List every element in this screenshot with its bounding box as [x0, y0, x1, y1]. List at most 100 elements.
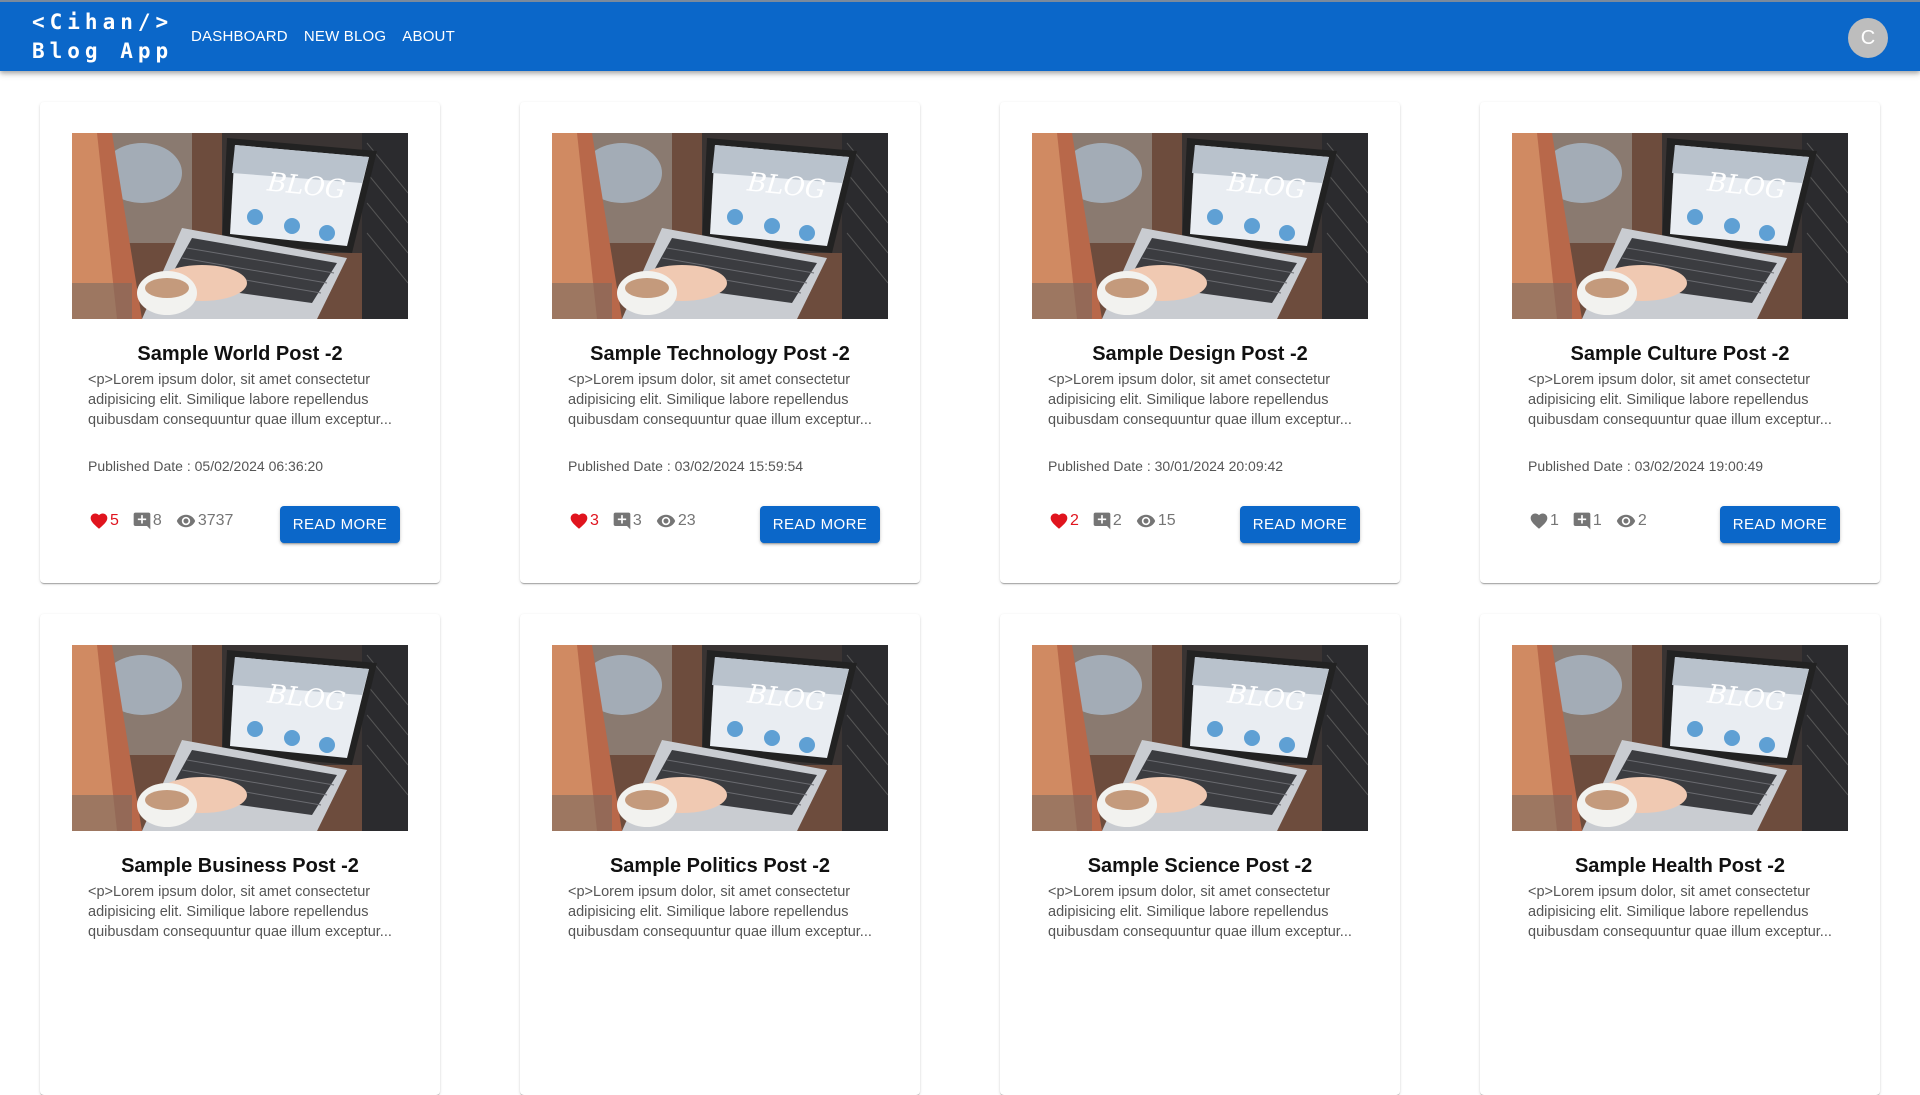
post-card: BLOG Sample Technology Post -2 <p>Lorem … — [520, 102, 920, 583]
eye-icon — [656, 514, 675, 528]
post-card: BLOG Sample Health Post -2 <p>Lorem ipsu… — [1480, 614, 1880, 1095]
post-title: Sample Culture Post -2 — [1570, 343, 1790, 365]
post-title: Sample Business Post -2 — [121, 855, 359, 877]
add-comment-icon[interactable] — [1091, 511, 1113, 531]
heart-icon[interactable] — [1528, 511, 1550, 531]
post-thumbnail[interactable]: BLOG — [1512, 645, 1848, 831]
published-date: Published Date : 03/02/2024 19:00:49 — [1528, 458, 1763, 474]
blog-laptop-image: BLOG — [72, 133, 408, 319]
post-excerpt: <p>Lorem ipsum dolor, sit amet consectet… — [568, 372, 872, 428]
published-date: Published Date : 05/02/2024 06:36:20 — [88, 458, 323, 474]
published-date: Published Date : 30/01/2024 20:09:42 — [1048, 458, 1283, 474]
eye-icon — [1616, 514, 1635, 528]
blog-laptop-image: BLOG — [1512, 133, 1848, 319]
logo-line-2: Blog App — [32, 39, 174, 63]
post-excerpt: <p>Lorem ipsum dolor, sit amet consectet… — [1528, 372, 1832, 428]
view-stat: 15 — [1134, 511, 1176, 531]
read-more-button[interactable]: READ MORE — [280, 506, 400, 543]
nav-new-blog[interactable]: NEW BLOG — [296, 26, 394, 48]
user-avatar[interactable]: C — [1848, 18, 1888, 58]
comment-stat[interactable]: 3 — [611, 511, 642, 531]
published-label: Published Date : — [1528, 458, 1635, 474]
post-thumbnail[interactable]: BLOG — [1032, 133, 1368, 319]
post-title: Sample Technology Post -2 — [590, 343, 850, 365]
post-excerpt: <p>Lorem ipsum dolor, sit amet consectet… — [568, 884, 872, 940]
comment-count: 2 — [1112, 512, 1122, 529]
app-logo[interactable]: <Cihan/> Blog App — [32, 8, 173, 66]
post-card: BLOG Sample Business Post -2 <p>Lorem ip… — [40, 614, 440, 1095]
post-card: BLOG Sample Culture Post -2 <p>Lorem ips… — [1480, 102, 1880, 583]
published-label: Published Date : — [568, 458, 675, 474]
published-label: Published Date : — [1048, 458, 1155, 474]
read-more-button[interactable]: READ MORE — [1720, 506, 1840, 543]
published-label: Published Date : — [88, 458, 195, 474]
add-comment-icon[interactable] — [131, 511, 153, 531]
blog-laptop-image: BLOG — [552, 645, 888, 831]
post-title: Sample Design Post -2 — [1092, 343, 1308, 365]
view-stat: 3737 — [174, 511, 234, 531]
add-comment-icon[interactable] — [611, 511, 633, 531]
nav-about[interactable]: ABOUT — [394, 26, 463, 48]
comment-count: 8 — [152, 512, 162, 529]
heart-icon[interactable] — [88, 511, 110, 531]
blog-laptop-image: BLOG — [1032, 133, 1368, 319]
like-count: 3 — [590, 512, 599, 529]
blog-laptop-image: BLOG — [72, 645, 408, 831]
published-value: 03/02/2024 19:00:49 — [1634, 458, 1764, 474]
add-comment-icon[interactable] — [1571, 511, 1593, 531]
post-excerpt: <p>Lorem ipsum dolor, sit amet consectet… — [1048, 884, 1352, 940]
like-stat[interactable]: 2 — [1048, 511, 1079, 531]
nav-dashboard[interactable]: DASHBOARD — [183, 26, 296, 48]
post-title: Sample Health Post -2 — [1574, 855, 1786, 877]
blog-laptop-image: BLOG — [552, 133, 888, 319]
post-thumbnail[interactable]: BLOG — [72, 645, 408, 831]
view-count: 3737 — [197, 512, 234, 529]
post-excerpt: <p>Lorem ipsum dolor, sit amet consectet… — [88, 884, 392, 940]
post-thumbnail[interactable]: BLOG — [552, 133, 888, 319]
like-count: 2 — [1070, 512, 1079, 529]
view-count: 2 — [1637, 512, 1647, 529]
heart-icon[interactable] — [1048, 511, 1070, 531]
eye-icon — [1136, 514, 1155, 528]
post-card: BLOG Sample Politics Post -2 <p>Lorem ip… — [520, 614, 920, 1095]
published-value: 30/01/2024 20:09:42 — [1154, 458, 1284, 474]
like-count: 1 — [1550, 512, 1559, 529]
post-title: Sample World Post -2 — [137, 343, 343, 365]
post-thumbnail[interactable]: BLOG — [72, 133, 408, 319]
eye-icon — [176, 514, 195, 528]
read-more-button[interactable]: READ MORE — [1240, 506, 1360, 543]
post-thumbnail[interactable]: BLOG — [552, 645, 888, 831]
comment-count: 1 — [1592, 512, 1602, 529]
read-more-button[interactable]: READ MORE — [760, 506, 880, 543]
view-stat: 23 — [654, 511, 696, 531]
heart-icon[interactable] — [568, 511, 590, 531]
published-value: 03/02/2024 15:59:54 — [674, 458, 804, 474]
post-title: Sample Science Post -2 — [1087, 855, 1313, 877]
logo-line-1: <Cihan/> — [32, 10, 174, 34]
post-thumbnail[interactable]: BLOG — [1032, 645, 1368, 831]
app-bar: <Cihan/> Blog App DASHBOARD NEW BLOG ABO… — [0, 0, 1920, 71]
view-stat: 2 — [1614, 511, 1647, 531]
like-stat[interactable]: 1 — [1528, 511, 1559, 531]
view-count: 23 — [677, 512, 696, 529]
comment-stat[interactable]: 1 — [1571, 511, 1602, 531]
published-value: 05/02/2024 06:36:20 — [194, 458, 324, 474]
post-stats: 2 2 15 — [1048, 511, 1188, 531]
comment-count: 3 — [632, 512, 642, 529]
post-stats: 3 3 23 — [568, 511, 708, 531]
comment-stat[interactable]: 8 — [131, 511, 162, 531]
post-stats: 5 8 3737 — [88, 511, 245, 531]
published-date: Published Date : 03/02/2024 15:59:54 — [568, 458, 803, 474]
post-title: Sample Politics Post -2 — [609, 855, 831, 877]
view-count: 15 — [1157, 512, 1176, 529]
like-count: 5 — [110, 512, 119, 529]
post-excerpt: <p>Lorem ipsum dolor, sit amet consectet… — [1048, 372, 1352, 428]
post-stats: 1 1 2 — [1528, 511, 1659, 531]
blog-laptop-image: BLOG — [1512, 645, 1848, 831]
blog-laptop-image: BLOG — [1032, 645, 1368, 831]
post-thumbnail[interactable]: BLOG — [1512, 133, 1848, 319]
comment-stat[interactable]: 2 — [1091, 511, 1122, 531]
like-stat[interactable]: 5 — [88, 511, 119, 531]
post-excerpt: <p>Lorem ipsum dolor, sit amet consectet… — [1528, 884, 1832, 940]
like-stat[interactable]: 3 — [568, 511, 599, 531]
